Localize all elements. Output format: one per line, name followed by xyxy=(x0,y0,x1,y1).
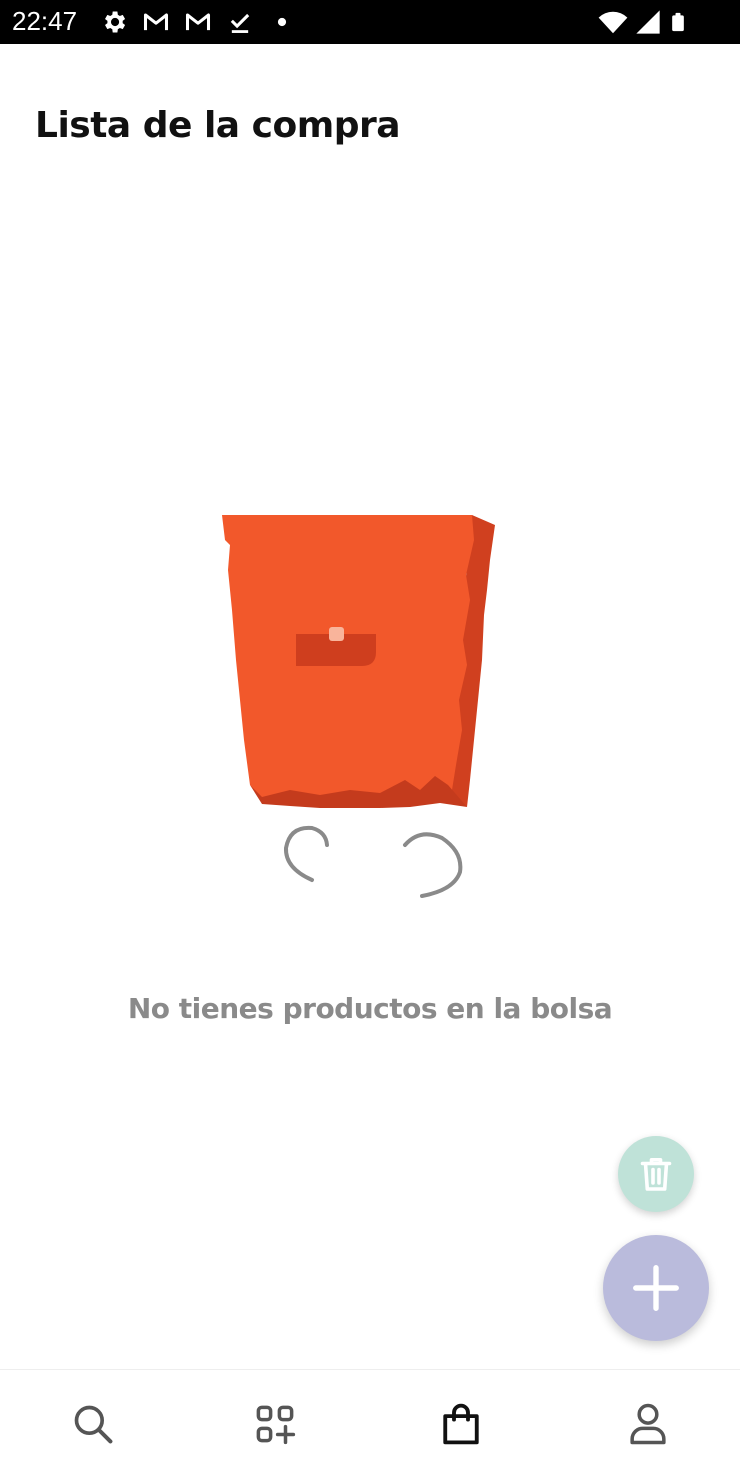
nav-item-profile[interactable] xyxy=(555,1370,740,1478)
add-product-button[interactable] xyxy=(603,1235,709,1341)
bag-highlight xyxy=(329,627,344,641)
delete-all-button[interactable] xyxy=(618,1136,694,1212)
bag-handle-right xyxy=(403,832,463,898)
bag-handle-left xyxy=(283,825,329,882)
plus-icon xyxy=(633,1265,679,1311)
wifi-icon xyxy=(598,11,628,34)
page-title: Lista de la compra xyxy=(35,105,401,146)
status-bar: 22:47 xyxy=(0,0,740,44)
empty-message: No tienes productos en la bolsa xyxy=(127,992,613,1025)
download-done-icon xyxy=(230,13,250,33)
shopping-bag-icon xyxy=(442,1403,479,1445)
status-time: 22:47 xyxy=(12,6,78,36)
bottom-navigation xyxy=(0,1369,740,1478)
nav-item-shopping-list[interactable] xyxy=(368,1370,553,1478)
nav-item-categories[interactable] xyxy=(182,1370,367,1478)
status-icons-left xyxy=(100,8,296,36)
gmail-icon xyxy=(185,13,211,31)
gmail-icon xyxy=(143,13,169,31)
profile-icon xyxy=(629,1403,666,1445)
signal-icon xyxy=(636,10,660,34)
categories-add-icon xyxy=(256,1405,295,1445)
nav-item-search[interactable] xyxy=(0,1370,185,1478)
empty-shopping-bag-illustration xyxy=(222,515,495,898)
dot-icon xyxy=(277,17,287,27)
settings-icon xyxy=(105,11,126,33)
battery-icon xyxy=(672,12,684,32)
trash-icon xyxy=(640,1157,672,1191)
search-icon xyxy=(74,1405,112,1444)
status-icons-right xyxy=(598,8,688,36)
screen: 22:47 Lista de la compra No tienes produ… xyxy=(0,0,740,1478)
